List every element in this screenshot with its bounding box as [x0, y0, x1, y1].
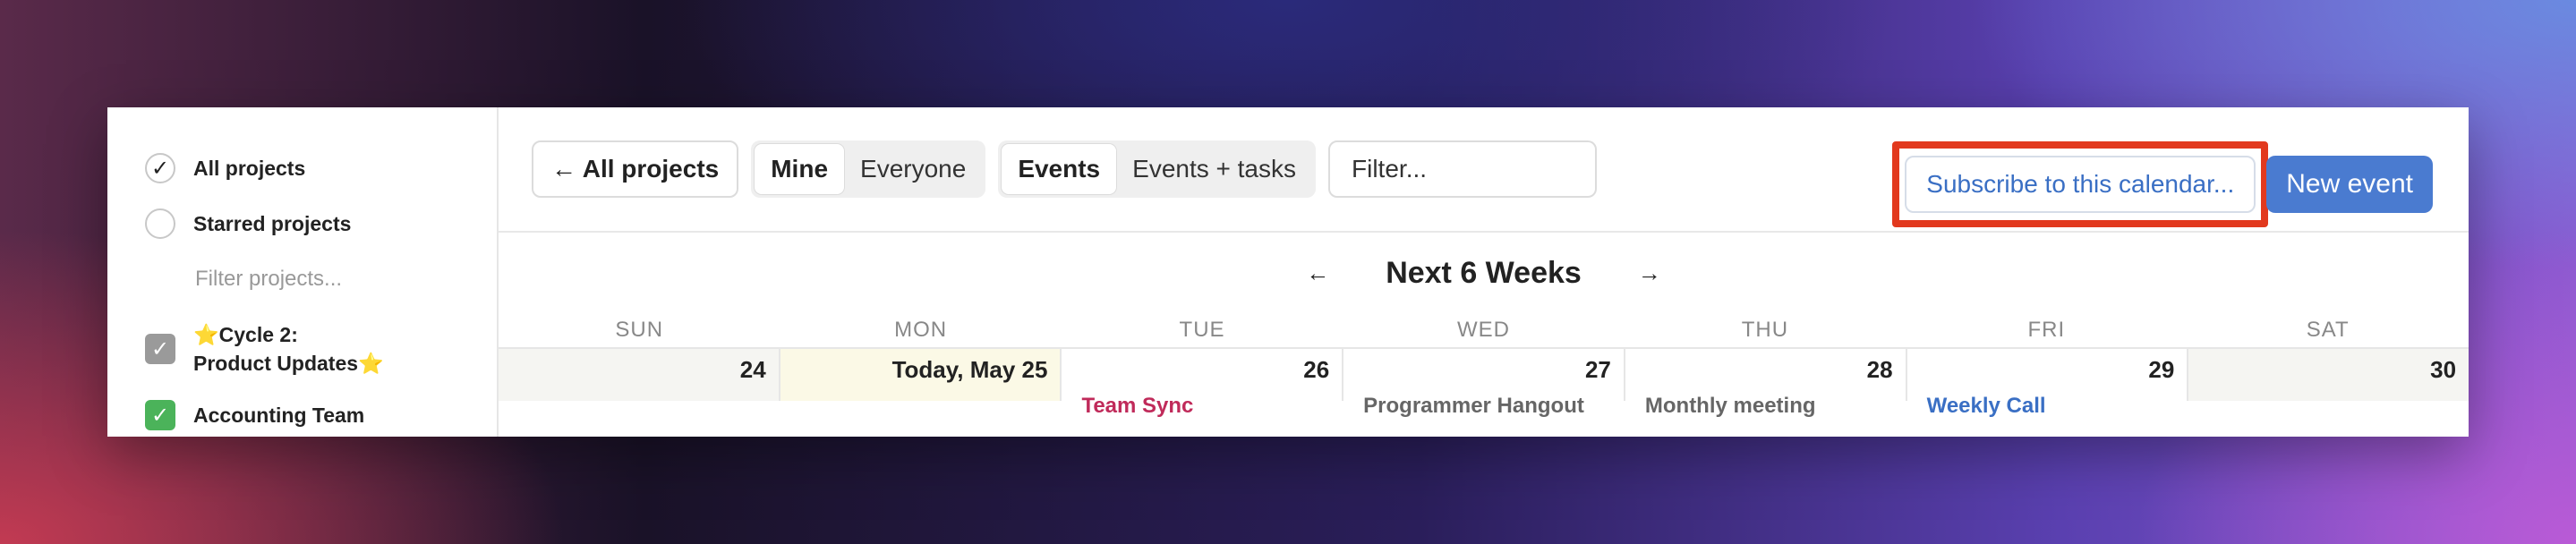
toolbar-actions: Subscribe to this calendar... New event: [1892, 141, 2433, 227]
radio-empty-icon: [145, 208, 175, 239]
day-cell[interactable]: 24: [499, 349, 780, 401]
day-number: 24: [739, 356, 766, 383]
project-label: Accounting Team: [193, 403, 365, 427]
calendar-main: ← All projects Mine Everyone Events Even…: [499, 107, 2469, 437]
weekday-label: FRI: [2027, 318, 2066, 342]
project-label-line1: ⭐Cycle 2:: [193, 323, 298, 346]
day-cell[interactable]: 29 Weekly Call: [1907, 349, 2189, 418]
calendar-event[interactable]: Team Sync: [1081, 394, 1193, 419]
date-range-title: Next 6 Weeks: [1386, 255, 1582, 290]
weekday-label: MON: [894, 318, 948, 342]
weekday-header: SUN MON TUE WED THU FRI SAT: [499, 313, 2469, 347]
day-cell[interactable]: 26 Team Sync: [1062, 349, 1344, 418]
weekday-label: THU: [1741, 318, 1789, 342]
day-number: 27: [1584, 356, 1611, 383]
scope-toggle: Mine Everyone: [751, 140, 986, 198]
sidebar-item-all-projects[interactable]: ✓ All projects: [145, 152, 497, 184]
day-cell[interactable]: 27 Programmer Hangout: [1343, 349, 1625, 418]
day-number: 26: [1303, 356, 1330, 383]
weekday-label: SAT: [2306, 318, 2350, 342]
highlight-box: Subscribe to this calendar...: [1892, 141, 2269, 227]
calendar-event[interactable]: Monthly meeting: [1645, 394, 1816, 419]
new-event-button[interactable]: New event: [2266, 156, 2433, 213]
project-item-cycle-2[interactable]: ✓ ⭐Cycle 2: Product Updates⭐: [145, 320, 497, 378]
weekday-label: TUE: [1179, 318, 1225, 342]
day-cell[interactable]: 30: [2188, 349, 2469, 401]
sidebar: ✓ All projects Starred projects Filter p…: [107, 107, 499, 437]
week-row: 24 Today, May 25 26 Team Sync 27 Program…: [499, 347, 2469, 418]
weekday-label: SUN: [615, 318, 664, 342]
day-number: Today, May 25: [891, 356, 1048, 383]
day-cell[interactable]: 28 Monthly meeting: [1625, 349, 1907, 418]
day-cell-today[interactable]: Today, May 25: [780, 349, 1062, 401]
sidebar-item-label: All projects: [193, 156, 306, 180]
checkbox-checked-icon[interactable]: ✓: [145, 334, 175, 364]
arrow-right-icon[interactable]: →: [1632, 259, 1668, 287]
calendar-window: ✓ All projects Starred projects Filter p…: [107, 107, 2469, 437]
checkbox-checked-icon[interactable]: ✓: [145, 400, 175, 430]
weekday-label: WED: [1456, 318, 1510, 342]
scope-mine-option[interactable]: Mine: [755, 144, 845, 194]
day-number: 30: [2430, 356, 2457, 383]
project-item-accounting-team[interactable]: ✓ Accounting Team: [145, 399, 497, 431]
filter-input[interactable]: [1328, 140, 1598, 198]
all-projects-back-button[interactable]: ← All projects: [532, 140, 739, 198]
kind-events-option[interactable]: Events: [1002, 144, 1117, 194]
kind-events-tasks-option[interactable]: Events + tasks: [1116, 144, 1312, 194]
day-number: 29: [2148, 356, 2175, 383]
calendar-event[interactable]: Programmer Hangout: [1363, 394, 1584, 419]
toolbar: ← All projects Mine Everyone Events Even…: [499, 107, 2469, 233]
project-label-line2: Product Updates⭐: [193, 352, 384, 375]
check-icon: ✓: [145, 153, 175, 183]
date-range-nav: ← Next 6 Weeks →: [499, 233, 2469, 313]
filter-projects-input[interactable]: Filter projects...: [195, 263, 497, 295]
scope-everyone-option[interactable]: Everyone: [844, 144, 982, 194]
sidebar-item-label: Starred projects: [193, 211, 352, 235]
kind-toggle: Events Events + tasks: [998, 140, 1317, 198]
calendar-event[interactable]: Weekly Call: [1927, 394, 2046, 419]
day-number: 28: [1866, 356, 1893, 383]
project-label: ⭐Cycle 2: Product Updates⭐: [193, 320, 384, 378]
sidebar-item-starred-projects[interactable]: Starred projects: [145, 208, 497, 240]
subscribe-calendar-button[interactable]: Subscribe to this calendar...: [1905, 156, 2256, 213]
arrow-left-icon[interactable]: ←: [1300, 259, 1335, 287]
